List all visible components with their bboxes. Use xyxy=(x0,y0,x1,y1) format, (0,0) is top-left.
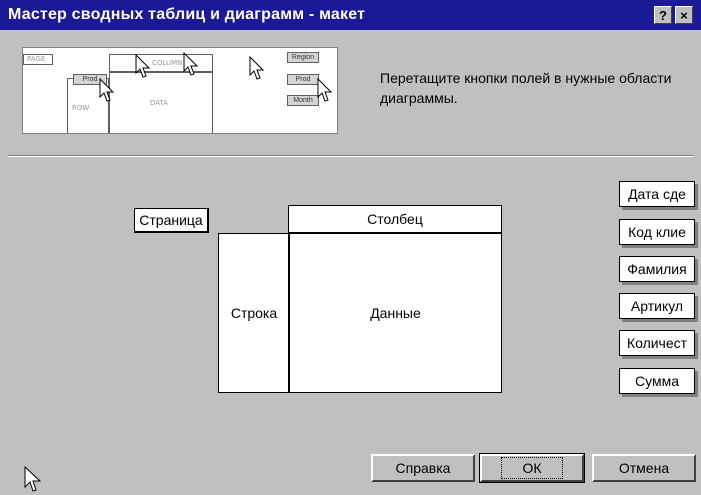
cursor-icon xyxy=(99,78,115,102)
preview-row-label: ROW xyxy=(72,104,90,112)
ok-button[interactable]: ОК xyxy=(479,453,585,483)
layout-preview: PAGE COLUMN ROW DATA Prod Region Prod Mo… xyxy=(22,47,338,134)
preview-data-label: DATA xyxy=(150,99,169,107)
cursor-icon xyxy=(317,78,333,102)
separator xyxy=(8,155,694,157)
preview-page-label: PAGE xyxy=(27,55,46,63)
instruction-text: Перетащите кнопки полей в нужные области… xyxy=(380,70,672,106)
preview-column-label: COLUMN xyxy=(152,59,183,67)
column-drop-area[interactable]: Столбец xyxy=(288,205,502,233)
preview-page-area: PAGE xyxy=(23,54,53,65)
field-button-surname[interactable]: Фамилия xyxy=(619,256,695,282)
help-button[interactable]: Справка xyxy=(371,454,475,482)
mouse-cursor-icon xyxy=(24,466,42,492)
preview-field-button: Region xyxy=(287,52,319,63)
preview-field-button: Month xyxy=(287,95,319,106)
title-bar: Мастер сводных таблиц и диаграмм - макет… xyxy=(0,0,701,30)
cancel-button[interactable]: Отмена xyxy=(592,454,696,482)
cursor-icon xyxy=(135,54,151,78)
data-drop-area[interactable]: Данные xyxy=(288,233,502,393)
page-drop-area[interactable]: Страница xyxy=(134,208,209,233)
field-button-article[interactable]: Артикул xyxy=(619,293,695,319)
ok-button-label: ОК xyxy=(501,457,563,479)
preview-field-button: Prod xyxy=(287,74,319,85)
help-title-button[interactable]: ? xyxy=(654,6,672,24)
window-title: Мастер сводных таблиц и диаграмм - макет xyxy=(8,6,366,23)
cursor-icon xyxy=(249,56,265,80)
field-button-client-code[interactable]: Код клие xyxy=(619,219,695,245)
cursor-icon xyxy=(183,52,199,76)
field-button-quantity[interactable]: Количест xyxy=(619,330,695,356)
field-button-sum[interactable]: Сумма xyxy=(619,368,695,394)
close-button[interactable]: × xyxy=(675,6,693,24)
row-drop-area[interactable]: Строка xyxy=(218,233,290,393)
field-button-date[interactable]: Дата сде xyxy=(619,181,695,207)
preview-data-area: DATA xyxy=(109,72,213,133)
